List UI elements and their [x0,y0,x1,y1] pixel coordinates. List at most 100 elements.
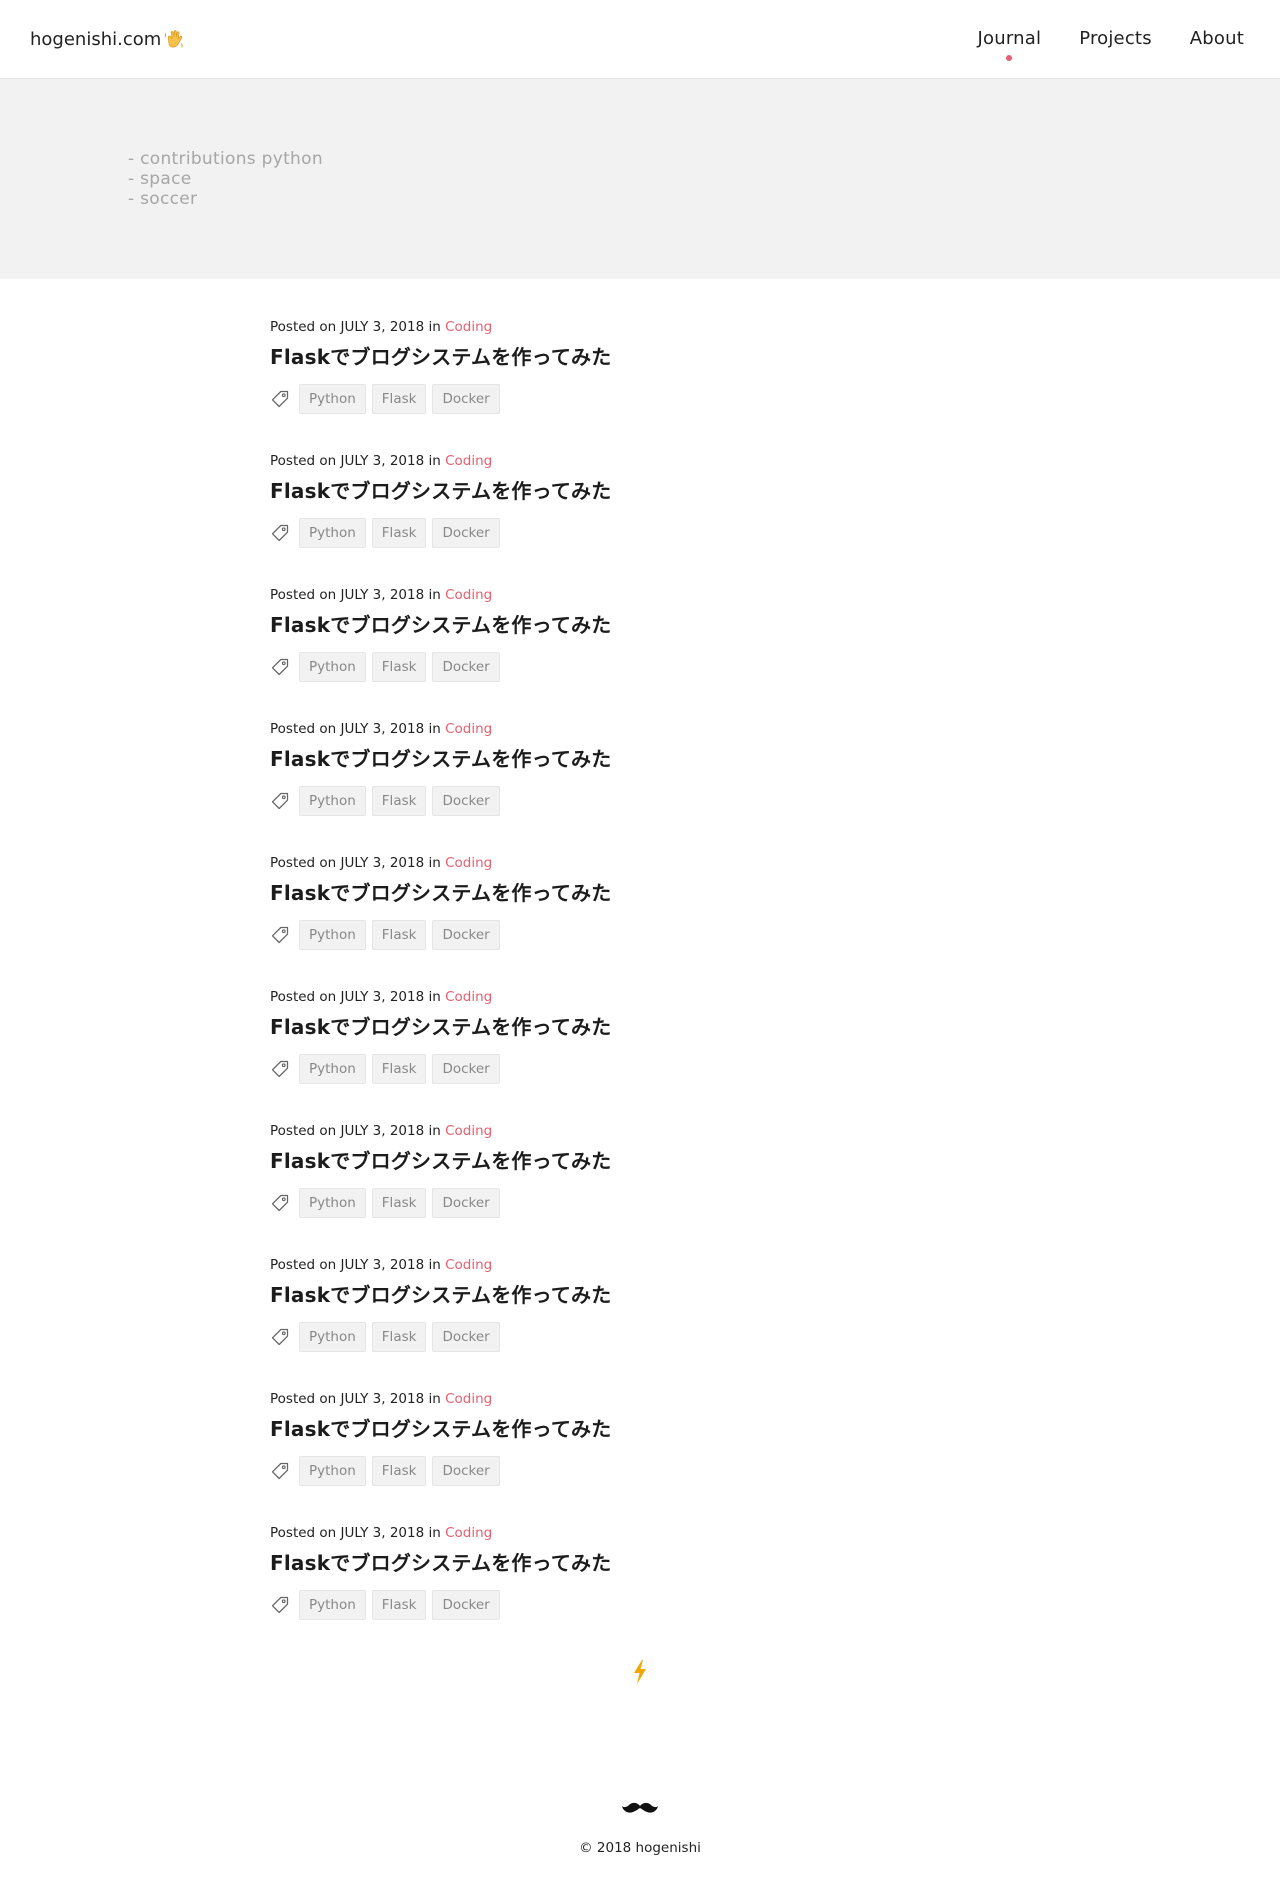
post-meta-in: in [428,453,441,469]
tag-link[interactable]: Python [299,920,366,950]
tag-icon [271,926,289,944]
post-category-link[interactable]: Coding [445,989,492,1005]
post-title-link[interactable]: Flaskでブログシステムを作ってみた [270,613,611,637]
post-meta: Posted on JULY 3, 2018 in Coding [270,452,1030,470]
lightning-bolt-icon[interactable] [632,1660,648,1684]
tag-link[interactable]: Flask [371,786,427,816]
post-meta-in: in [428,989,441,1005]
tag-link[interactable]: Python [299,384,366,414]
post-tags: Python Flask Docker [270,652,1030,682]
tag-link[interactable]: Docker [432,1054,500,1084]
post-category-link[interactable]: Coding [445,855,492,871]
post-category-link[interactable]: Coding [445,1525,492,1541]
tag-link[interactable]: Docker [432,786,500,816]
tag-link[interactable]: Flask [371,1054,427,1084]
tag-icon [271,524,289,542]
post-title-link[interactable]: Flaskでブログシステムを作ってみた [270,1283,611,1307]
post-meta-prefix: Posted on [270,855,337,871]
tag-link[interactable]: Flask [371,652,427,682]
tag-link[interactable]: Docker [432,1322,500,1352]
nav-projects[interactable]: Projects [1079,28,1152,49]
post-title-link[interactable]: Flaskでブログシステムを作ってみた [270,881,611,905]
post-title-link[interactable]: Flaskでブログシステムを作ってみた [270,345,611,369]
tag-icon [271,1328,289,1346]
tag-link[interactable]: Flask [371,384,427,414]
post-meta-prefix: Posted on [270,453,337,469]
post-category-link[interactable]: Coding [445,721,492,737]
nav-about[interactable]: About [1190,28,1244,49]
tag-link[interactable]: Docker [432,1188,500,1218]
post-title: Flaskでブログシステムを作ってみた [270,1014,1030,1040]
post-meta-prefix: Posted on [270,721,337,737]
mustache-icon [622,1802,658,1813]
tag-link[interactable]: Flask [371,1188,427,1218]
tag-link[interactable]: Flask [371,518,427,548]
post-meta-prefix: Posted on [270,319,337,335]
interest-item: - space [128,169,192,189]
site-brand-text: hogenishi.com [30,28,162,50]
tag-link[interactable]: Flask [371,1322,427,1352]
post-category-link[interactable]: Coding [445,587,492,603]
tag-link[interactable]: Python [299,652,366,682]
post-date: JULY 3, 2018 [340,989,425,1005]
post-meta: Posted on JULY 3, 2018 in Coding [270,854,1030,872]
tag-link[interactable]: Python [299,1456,366,1486]
post-meta-prefix: Posted on [270,989,337,1005]
post-category-link[interactable]: Coding [445,319,492,335]
post-category-link[interactable]: Coding [445,1123,492,1139]
tag-link[interactable]: Python [299,786,366,816]
site-brand-link[interactable]: hogenishi.com [30,28,185,50]
tag-link[interactable]: Docker [432,920,500,950]
post-meta: Posted on JULY 3, 2018 in Coding [270,1390,1030,1408]
post-meta-in: in [428,319,441,335]
tag-link[interactable]: Docker [432,652,500,682]
post-category-link[interactable]: Coding [445,1391,492,1407]
tag-icon [271,658,289,676]
post-date: JULY 3, 2018 [340,855,425,871]
post-meta: Posted on JULY 3, 2018 in Coding [270,318,1030,336]
post-title-link[interactable]: Flaskでブログシステムを作ってみた [270,1149,611,1173]
post-title-link[interactable]: Flaskでブログシステムを作ってみた [270,1015,611,1039]
tag-link[interactable]: Python [299,1188,366,1218]
tag-link[interactable]: Python [299,1322,366,1352]
nav-journal[interactable]: Journal [978,28,1042,61]
post-tags: Python Flask Docker [270,1054,1030,1084]
footer-copyright: © 2018 hogenishi [579,1840,701,1856]
tag-link[interactable]: Python [299,1590,366,1620]
post-title: Flaskでブログシステムを作ってみた [270,1416,1030,1442]
tag-link[interactable]: Docker [432,518,500,548]
post-meta: Posted on JULY 3, 2018 in Coding [270,586,1030,604]
tag-link[interactable]: Docker [432,1590,500,1620]
post-title-link[interactable]: Flaskでブログシステムを作ってみた [270,747,611,771]
post-title: Flaskでブログシステムを作ってみた [270,1550,1030,1576]
post-title-link[interactable]: Flaskでブログシステムを作ってみた [270,1417,611,1441]
tag-link[interactable]: Flask [371,1456,427,1486]
tag-icon [271,792,289,810]
tag-link[interactable]: Python [299,1054,366,1084]
post-category-link[interactable]: Coding [445,453,492,469]
post-category-link[interactable]: Coding [445,1257,492,1273]
post-title-link[interactable]: Flaskでブログシステムを作ってみた [270,1551,611,1575]
post-meta: Posted on JULY 3, 2018 in Coding [270,1122,1030,1140]
tag-link[interactable]: Flask [371,1590,427,1620]
post-item: Posted on JULY 3, 2018 in Coding Flaskでブ… [270,1122,1030,1256]
post-title: Flaskでブログシステムを作ってみた [270,344,1030,370]
tag-link[interactable]: Docker [432,1456,500,1486]
post-tags: Python Flask Docker [270,384,1030,414]
post-meta-in: in [428,1391,441,1407]
post-title: Flaskでブログシステムを作ってみた [270,612,1030,638]
post-date: JULY 3, 2018 [340,587,425,603]
post-title-link[interactable]: Flaskでブログシステムを作ってみた [270,479,611,503]
interest-item: - contributions python [128,149,323,169]
post-tags: Python Flask Docker [270,518,1030,548]
post-meta-in: in [428,721,441,737]
post-item: Posted on JULY 3, 2018 in Coding Flaskでブ… [270,1524,1030,1658]
tag-link[interactable]: Docker [432,384,500,414]
post-date: JULY 3, 2018 [340,1525,425,1541]
post-meta-in: in [428,1525,441,1541]
post-tags: Python Flask Docker [270,1456,1030,1486]
post-meta: Posted on JULY 3, 2018 in Coding [270,988,1030,1006]
post-meta-prefix: Posted on [270,1257,337,1273]
tag-link[interactable]: Python [299,518,366,548]
tag-link[interactable]: Flask [371,920,427,950]
